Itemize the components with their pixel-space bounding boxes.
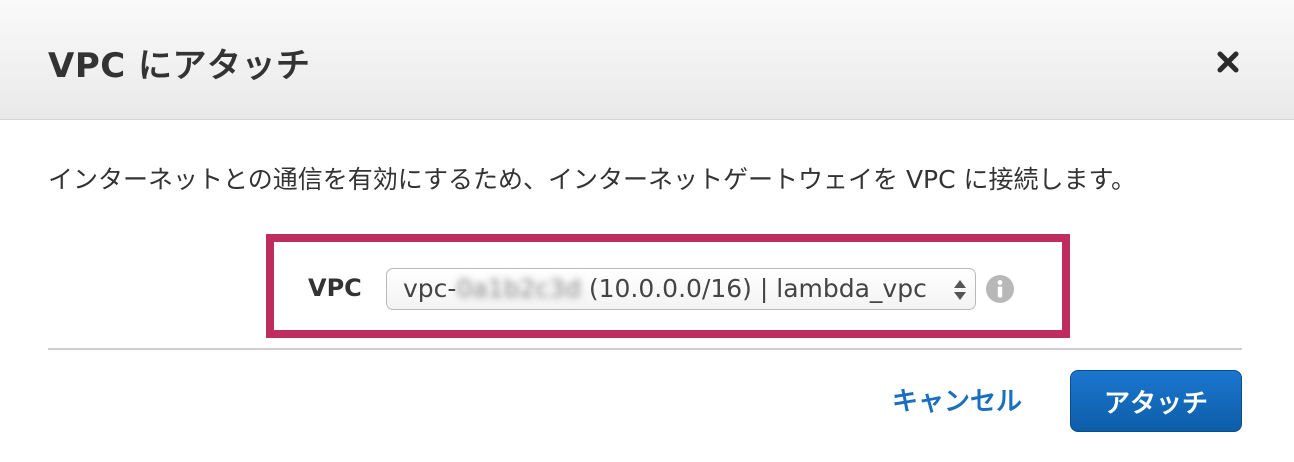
vpc-label: VPC [308,274,362,302]
footer-divider [48,348,1242,350]
attach-button[interactable]: アタッチ [1070,370,1242,432]
attach-vpc-dialog: VPC にアタッチ インターネットとの通信を有効にするため、インターネットゲート… [0,0,1294,462]
vpc-select-prefix: vpc- [403,274,457,303]
cancel-button[interactable]: キャンセル [892,380,1022,424]
select-arrows-icon [954,280,966,300]
vpc-select[interactable]: vpc-0a1b2c3d (10.0.0.0/16) | lambda_vpc [386,268,976,310]
dialog-title: VPC にアタッチ [48,46,311,86]
close-icon [1217,51,1239,73]
vpc-select-value: vpc-0a1b2c3d (10.0.0.0/16) | lambda_vpc [403,269,927,309]
vpc-select-suffix: (10.0.0.0/16) | lambda_vpc [580,274,927,303]
vpc-masked-id: 0a1b2c3d [456,274,581,303]
dialog-header: VPC にアタッチ [0,0,1294,120]
info-icon[interactable] [985,274,1015,304]
close-button[interactable] [1206,44,1250,80]
dialog-description: インターネットとの通信を有効にするため、インターネットゲートウェイを VPC に… [48,165,1137,194]
